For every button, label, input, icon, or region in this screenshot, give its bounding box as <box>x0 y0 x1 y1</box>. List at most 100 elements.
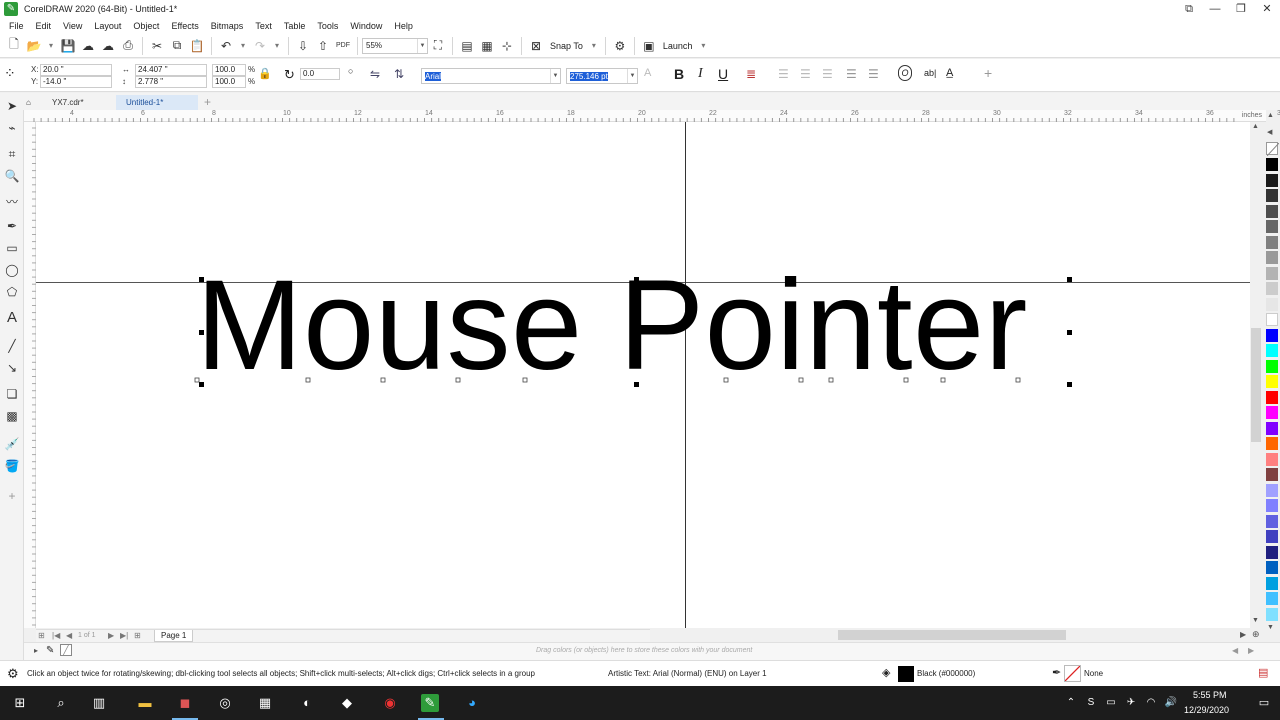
edit-text-icon[interactable]: ab| <box>924 68 936 78</box>
scroll-up-icon[interactable]: ▲ <box>1252 123 1259 130</box>
color-swatch[interactable] <box>1266 607 1278 621</box>
minimize-button[interactable]: — <box>1202 0 1228 18</box>
color-swatch[interactable] <box>1266 297 1278 311</box>
text-orientation-icon[interactable]: A̲ <box>946 67 953 79</box>
undo-icon[interactable]: ↶ <box>216 36 236 56</box>
fill-color-swatch[interactable] <box>898 666 914 682</box>
font-size-combo[interactable]: 275.146 pt ▼ <box>566 68 638 84</box>
maximize-button[interactable]: ❐ <box>1228 0 1254 18</box>
taskbar-time[interactable]: 5:55 PM <box>1193 690 1227 700</box>
zoom-tool-icon[interactable]: 🔍 <box>3 167 21 185</box>
menu-object[interactable]: Object <box>133 21 159 31</box>
page-tab[interactable]: Page 1 <box>154 630 194 642</box>
underline-button[interactable]: U <box>718 66 728 82</box>
save-icon[interactable]: 💾 <box>58 36 78 56</box>
doc-palette-expand-icon[interactable]: ▸ <box>34 646 38 655</box>
edge-icon[interactable]: ◕ <box>463 694 481 712</box>
menu-text[interactable]: Text <box>255 21 272 31</box>
object-origin-icon[interactable]: ⁘ <box>4 65 24 85</box>
scroll-down-icon[interactable]: ▼ <box>1252 617 1259 624</box>
color-swatch[interactable] <box>1266 545 1278 559</box>
menu-help[interactable]: Help <box>394 21 413 31</box>
doc-palette-right-icon[interactable]: ▶ <box>1248 646 1254 655</box>
bold-button[interactable]: B <box>674 66 684 82</box>
chrome-icon[interactable]: ◉ <box>381 694 399 712</box>
color-swatch[interactable] <box>1266 406 1278 419</box>
cloud-upload-icon[interactable]: ☁ <box>98 36 118 56</box>
import-icon[interactable]: ⇩ <box>293 36 313 56</box>
outdent-icon[interactable]: ☰ <box>868 67 879 81</box>
windows-start-icon[interactable]: ⊞ <box>11 694 29 712</box>
color-swatch[interactable] <box>1266 576 1278 590</box>
zoom-level-combo[interactable]: 55% ▼ <box>362 37 428 54</box>
parallel-dimension-tool-icon[interactable]: ╱ <box>3 337 21 355</box>
palette-scroll-down-icon[interactable]: ▼ <box>1267 624 1274 631</box>
color-swatch[interactable] <box>1266 266 1278 280</box>
color-swatch[interactable] <box>1266 158 1278 171</box>
color-swatch[interactable] <box>1266 421 1278 435</box>
color-swatch[interactable] <box>1266 514 1278 528</box>
lock-ratio-icon[interactable]: 🔒 <box>258 67 272 83</box>
cloud-download-icon[interactable]: ☁ <box>78 36 98 56</box>
coreldraw-taskbar-icon[interactable]: ✎ <box>421 694 439 712</box>
close-button[interactable]: ✕ <box>1254 0 1280 18</box>
app-icon-3[interactable]: ▦ <box>256 694 274 712</box>
print-icon[interactable]: ⎙ <box>118 36 138 56</box>
document-palette[interactable]: ▸ ✎ ╱ Drag colors (or objects) here to s… <box>24 642 1280 660</box>
app-icon-5[interactable]: ◆ <box>338 694 356 712</box>
color-swatch[interactable] <box>1266 173 1278 187</box>
color-swatch[interactable] <box>1266 592 1278 605</box>
restore-panel-icon[interactable]: ⧉ <box>1176 0 1202 18</box>
next-page-icon[interactable]: ▶ <box>108 631 114 640</box>
polygon-tool-icon[interactable]: ⬠ <box>3 283 21 301</box>
launch-icon[interactable]: ▣ <box>639 36 659 56</box>
tab-untitled-1[interactable]: Untitled-1* <box>116 95 198 110</box>
color-swatch[interactable] <box>1266 204 1278 218</box>
menu-view[interactable]: View <box>63 21 82 31</box>
search-icon[interactable]: ⌕ <box>52 694 70 712</box>
eyedropper-tool-icon[interactable]: 💉 <box>3 435 21 453</box>
mirror-horizontal-icon[interactable]: ⇋ <box>370 67 380 81</box>
tab-yx7[interactable]: YX7.cdr* <box>42 95 94 110</box>
cut-icon[interactable]: ✂ <box>147 36 167 56</box>
color-swatch[interactable] <box>1266 499 1278 512</box>
color-swatch[interactable] <box>1266 561 1278 574</box>
export-icon[interactable]: ⇧ <box>313 36 333 56</box>
text-tool-icon[interactable]: A <box>3 309 21 327</box>
paste-icon[interactable]: 📋 <box>187 36 207 56</box>
prev-page-icon[interactable]: ◀ <box>66 631 72 640</box>
font-list-combo[interactable]: Arial ▼ <box>421 68 561 84</box>
color-swatch[interactable] <box>1266 390 1278 404</box>
app-icon-4[interactable]: ◐ <box>298 694 316 712</box>
text-properties-icon[interactable]: O <box>898 65 912 81</box>
vertical-scroll-thumb[interactable] <box>1251 328 1261 442</box>
notifications-icon[interactable]: ▭ <box>1255 694 1273 712</box>
scale-x-field[interactable]: 100.0 <box>212 64 246 76</box>
snap-to-button[interactable]: Snap To <box>550 41 583 51</box>
artistic-media-tool-icon[interactable]: ✒ <box>3 217 21 235</box>
publish-pdf-icon[interactable]: PDF <box>333 36 353 56</box>
color-swatch[interactable] <box>1266 220 1278 233</box>
network-icon[interactable]: ◠ <box>1142 694 1160 712</box>
new-tab-plus-icon[interactable]: + <box>200 95 215 110</box>
add-tool-icon[interactable]: + <box>3 487 21 505</box>
snap-to-icon[interactable]: ⊠ <box>526 36 546 56</box>
add-page-end-icon[interactable]: ⊞ <box>134 631 141 640</box>
transparency-tool-icon[interactable]: ▩ <box>3 407 21 425</box>
connector-tool-icon[interactable]: ↘ <box>3 359 21 377</box>
outline-color-swatch[interactable] <box>1064 665 1081 682</box>
object-width-field[interactable]: 24.407 " <box>135 64 207 76</box>
menu-window[interactable]: Window <box>350 21 382 31</box>
menu-tools[interactable]: Tools <box>317 21 338 31</box>
add-icon[interactable]: + <box>984 65 992 81</box>
color-swatch[interactable] <box>1266 437 1278 450</box>
launch-dropdown-icon[interactable]: ▾ <box>696 36 710 56</box>
app-icon-1[interactable]: ◼ <box>176 694 194 712</box>
drop-shadow-tool-icon[interactable]: ❏ <box>3 385 21 403</box>
snap-dropdown-icon[interactable]: ▾ <box>587 36 601 56</box>
tray-app-icon-3[interactable]: ✈ <box>1122 694 1140 712</box>
crop-tool-icon[interactable]: ⌗ <box>3 145 21 163</box>
menu-effects[interactable]: Effects <box>171 21 198 31</box>
add-page-icon[interactable]: ⊞ <box>38 631 45 640</box>
zoom-navigator-icon[interactable]: ⊕ <box>1252 629 1260 640</box>
